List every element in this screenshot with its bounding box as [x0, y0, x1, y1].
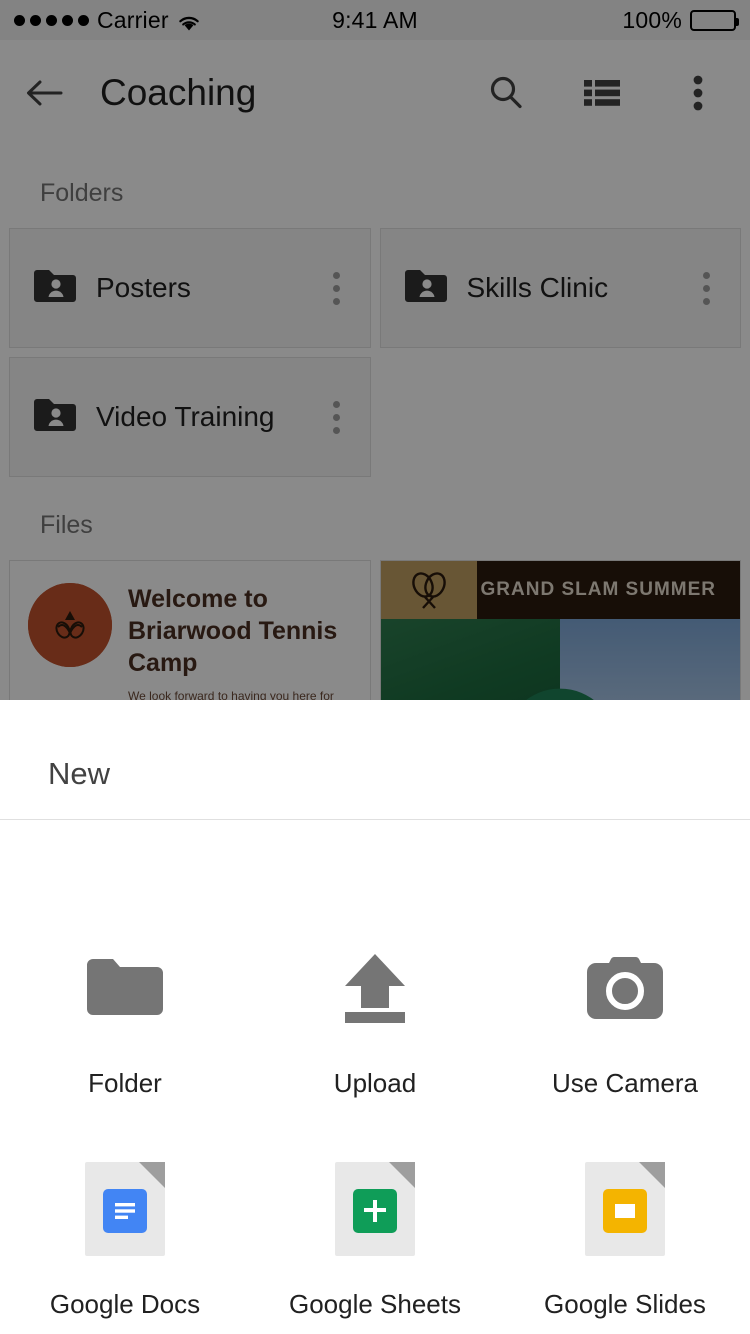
sheet-title: New: [0, 700, 750, 792]
new-option-upload[interactable]: Upload: [250, 942, 500, 1099]
google-sheets-icon: [335, 1163, 415, 1255]
folder-icon: [85, 942, 165, 1034]
new-bottom-sheet: New Folder Upload: [0, 700, 750, 1334]
option-label: Google Slides: [544, 1289, 706, 1320]
option-label: Google Sheets: [289, 1289, 461, 1320]
new-options-grid: Folder Upload: [0, 792, 750, 1320]
camera-icon: [585, 942, 665, 1034]
divider: [0, 819, 750, 820]
option-label: Use Camera: [552, 1068, 698, 1099]
option-label: Google Docs: [50, 1289, 200, 1320]
google-docs-icon: [85, 1163, 165, 1255]
google-slides-icon: [585, 1163, 665, 1255]
new-option-google-sheets[interactable]: Google Sheets: [250, 1163, 500, 1320]
new-option-use-camera[interactable]: Use Camera: [500, 942, 750, 1099]
new-option-folder[interactable]: Folder: [0, 942, 250, 1099]
phone-screen: Carrier 9:41 AM 100%: [0, 0, 750, 1334]
upload-icon: [337, 942, 413, 1034]
option-label: Folder: [88, 1068, 162, 1099]
option-label: Upload: [334, 1068, 416, 1099]
new-option-google-slides[interactable]: Google Slides: [500, 1163, 750, 1320]
new-option-google-docs[interactable]: Google Docs: [0, 1163, 250, 1320]
